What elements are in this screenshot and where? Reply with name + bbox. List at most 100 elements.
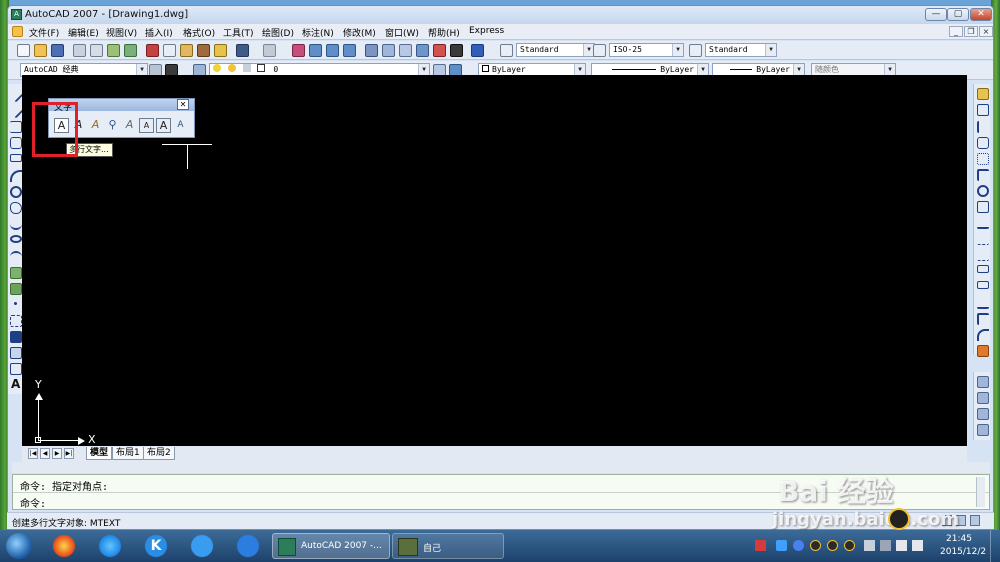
table-icon[interactable] bbox=[10, 363, 22, 375]
show-desktop-button[interactable] bbox=[990, 530, 1000, 562]
menu-edit[interactable]: 编辑(E) bbox=[68, 26, 99, 39]
media-player-icon[interactable] bbox=[234, 533, 262, 559]
ellipse-arc-icon[interactable] bbox=[10, 251, 22, 263]
region-icon[interactable] bbox=[10, 347, 22, 359]
pan-icon[interactable] bbox=[292, 44, 305, 57]
scale-icon[interactable] bbox=[977, 201, 989, 213]
tray-qq-icon-1[interactable] bbox=[810, 540, 821, 551]
help-icon[interactable] bbox=[471, 44, 484, 57]
send-under-icon[interactable] bbox=[977, 424, 989, 436]
spell-check-button[interactable]: A bbox=[122, 118, 137, 133]
mdi-close-button[interactable]: × bbox=[979, 26, 993, 37]
minimize-button[interactable]: — bbox=[925, 8, 947, 21]
text-style-icon[interactable] bbox=[500, 44, 513, 57]
mdi-restore-button[interactable]: ❐ bbox=[964, 26, 978, 37]
document-icon[interactable] bbox=[12, 26, 23, 37]
properties-icon[interactable] bbox=[365, 44, 378, 57]
close-button[interactable]: ✕ bbox=[970, 8, 992, 21]
zoom-previous-icon[interactable] bbox=[343, 44, 356, 57]
text-style-select[interactable]: Standard ▼ bbox=[516, 43, 595, 57]
cut-icon[interactable] bbox=[146, 44, 159, 57]
copy-object-icon[interactable] bbox=[977, 104, 989, 116]
tool-palettes-icon[interactable] bbox=[399, 44, 412, 57]
zoom-realtime-icon[interactable] bbox=[309, 44, 322, 57]
mdi-minimize-button[interactable]: _ bbox=[949, 26, 963, 37]
point-icon[interactable] bbox=[14, 302, 17, 305]
bring-above-icon[interactable] bbox=[977, 408, 989, 420]
last-tab-button[interactable]: ▶| bbox=[64, 448, 74, 459]
calculator-icon[interactable] bbox=[450, 44, 463, 57]
fillet-icon[interactable] bbox=[977, 329, 989, 341]
next-tab-button[interactable]: ▶ bbox=[52, 448, 62, 459]
undo-icon[interactable] bbox=[236, 44, 249, 57]
menu-file[interactable]: 文件(F) bbox=[29, 26, 59, 39]
erase-icon[interactable] bbox=[977, 88, 989, 100]
markup-icon[interactable] bbox=[433, 44, 446, 57]
tray-input-icon[interactable] bbox=[755, 540, 766, 551]
send-to-back-icon[interactable] bbox=[977, 392, 989, 404]
open-icon[interactable] bbox=[34, 44, 47, 57]
security-shield-icon[interactable] bbox=[188, 533, 216, 559]
tray-qq-icon-2[interactable] bbox=[827, 540, 838, 551]
new-icon[interactable] bbox=[17, 44, 30, 57]
dim-style-icon[interactable] bbox=[593, 44, 606, 57]
start-button[interactable] bbox=[6, 533, 32, 559]
first-tab-button[interactable]: |◀ bbox=[28, 448, 38, 459]
plot-icon[interactable] bbox=[73, 44, 86, 57]
rotate-icon[interactable] bbox=[977, 185, 989, 197]
join-icon[interactable] bbox=[977, 297, 989, 309]
copy-icon[interactable] bbox=[163, 44, 176, 57]
autocad-app-icon[interactable]: A bbox=[11, 9, 22, 20]
maximize-button[interactable]: ▢ bbox=[947, 8, 969, 21]
explode-icon[interactable] bbox=[977, 345, 989, 357]
make-block-icon[interactable] bbox=[10, 283, 22, 295]
scale-text-button[interactable]: A bbox=[156, 118, 171, 133]
sheet-set-icon[interactable] bbox=[416, 44, 429, 57]
break-at-point-icon[interactable] bbox=[977, 265, 989, 273]
zoom-window-icon[interactable] bbox=[326, 44, 339, 57]
tab-model[interactable]: 模型 bbox=[86, 447, 113, 460]
tray-clock-time[interactable]: 21:45 bbox=[946, 534, 972, 544]
extend-icon[interactable] bbox=[977, 249, 989, 261]
find-replace-button[interactable]: ⚲ bbox=[105, 118, 120, 133]
qq-penguin-icon[interactable] bbox=[888, 508, 910, 530]
break-icon[interactable] bbox=[977, 281, 989, 289]
mirror-icon[interactable] bbox=[977, 121, 989, 133]
circle-icon[interactable] bbox=[10, 186, 22, 198]
title-bar[interactable]: A AutoCAD 2007 - [Drawing1.dwg] — ▢ ✕ bbox=[8, 6, 993, 24]
menu-help[interactable]: 帮助(H) bbox=[428, 26, 460, 39]
table-style-select[interactable]: Standard ▼ bbox=[705, 43, 777, 57]
text-style-button[interactable]: A bbox=[139, 118, 154, 133]
tray-security-icon[interactable] bbox=[793, 540, 804, 551]
chamfer-icon[interactable] bbox=[977, 313, 989, 325]
paste-icon[interactable] bbox=[180, 44, 193, 57]
tray-ime-icon[interactable] bbox=[912, 540, 923, 551]
polyline-icon[interactable] bbox=[10, 121, 22, 133]
match-properties-icon[interactable] bbox=[197, 44, 210, 57]
ie-icon[interactable] bbox=[96, 533, 124, 559]
tray-clock-date[interactable]: 2015/12/2 bbox=[940, 547, 986, 557]
menu-express[interactable]: Express bbox=[469, 26, 504, 36]
menu-view[interactable]: 视图(V) bbox=[106, 26, 137, 39]
tray-device-icon[interactable] bbox=[864, 540, 875, 551]
hatch-icon[interactable] bbox=[10, 315, 22, 327]
redo-icon[interactable] bbox=[263, 44, 276, 57]
arc-icon[interactable] bbox=[10, 170, 22, 182]
insert-block-icon[interactable] bbox=[10, 267, 22, 279]
taskbar-window-autocad[interactable]: AutoCAD 2007 -... bbox=[272, 533, 390, 559]
edit-text-button[interactable]: A bbox=[88, 118, 103, 133]
menu-draw[interactable]: 绘图(D) bbox=[262, 26, 294, 39]
bring-to-front-icon[interactable] bbox=[977, 376, 989, 388]
browser-icon[interactable] bbox=[50, 533, 78, 559]
tray-volume-icon[interactable] bbox=[896, 540, 907, 551]
offset-icon[interactable] bbox=[977, 137, 989, 149]
rectangle-icon[interactable] bbox=[10, 154, 22, 162]
command-scrollbar[interactable] bbox=[976, 477, 985, 507]
save-icon[interactable] bbox=[51, 44, 64, 57]
tray-network-icon[interactable] bbox=[880, 540, 891, 551]
design-center-icon[interactable] bbox=[382, 44, 395, 57]
tray-qq-icon-3[interactable] bbox=[844, 540, 855, 551]
menu-insert[interactable]: 插入(I) bbox=[145, 26, 173, 39]
kugou-icon[interactable]: K bbox=[142, 533, 170, 559]
tab-layout1[interactable]: 布局1 bbox=[112, 447, 144, 460]
